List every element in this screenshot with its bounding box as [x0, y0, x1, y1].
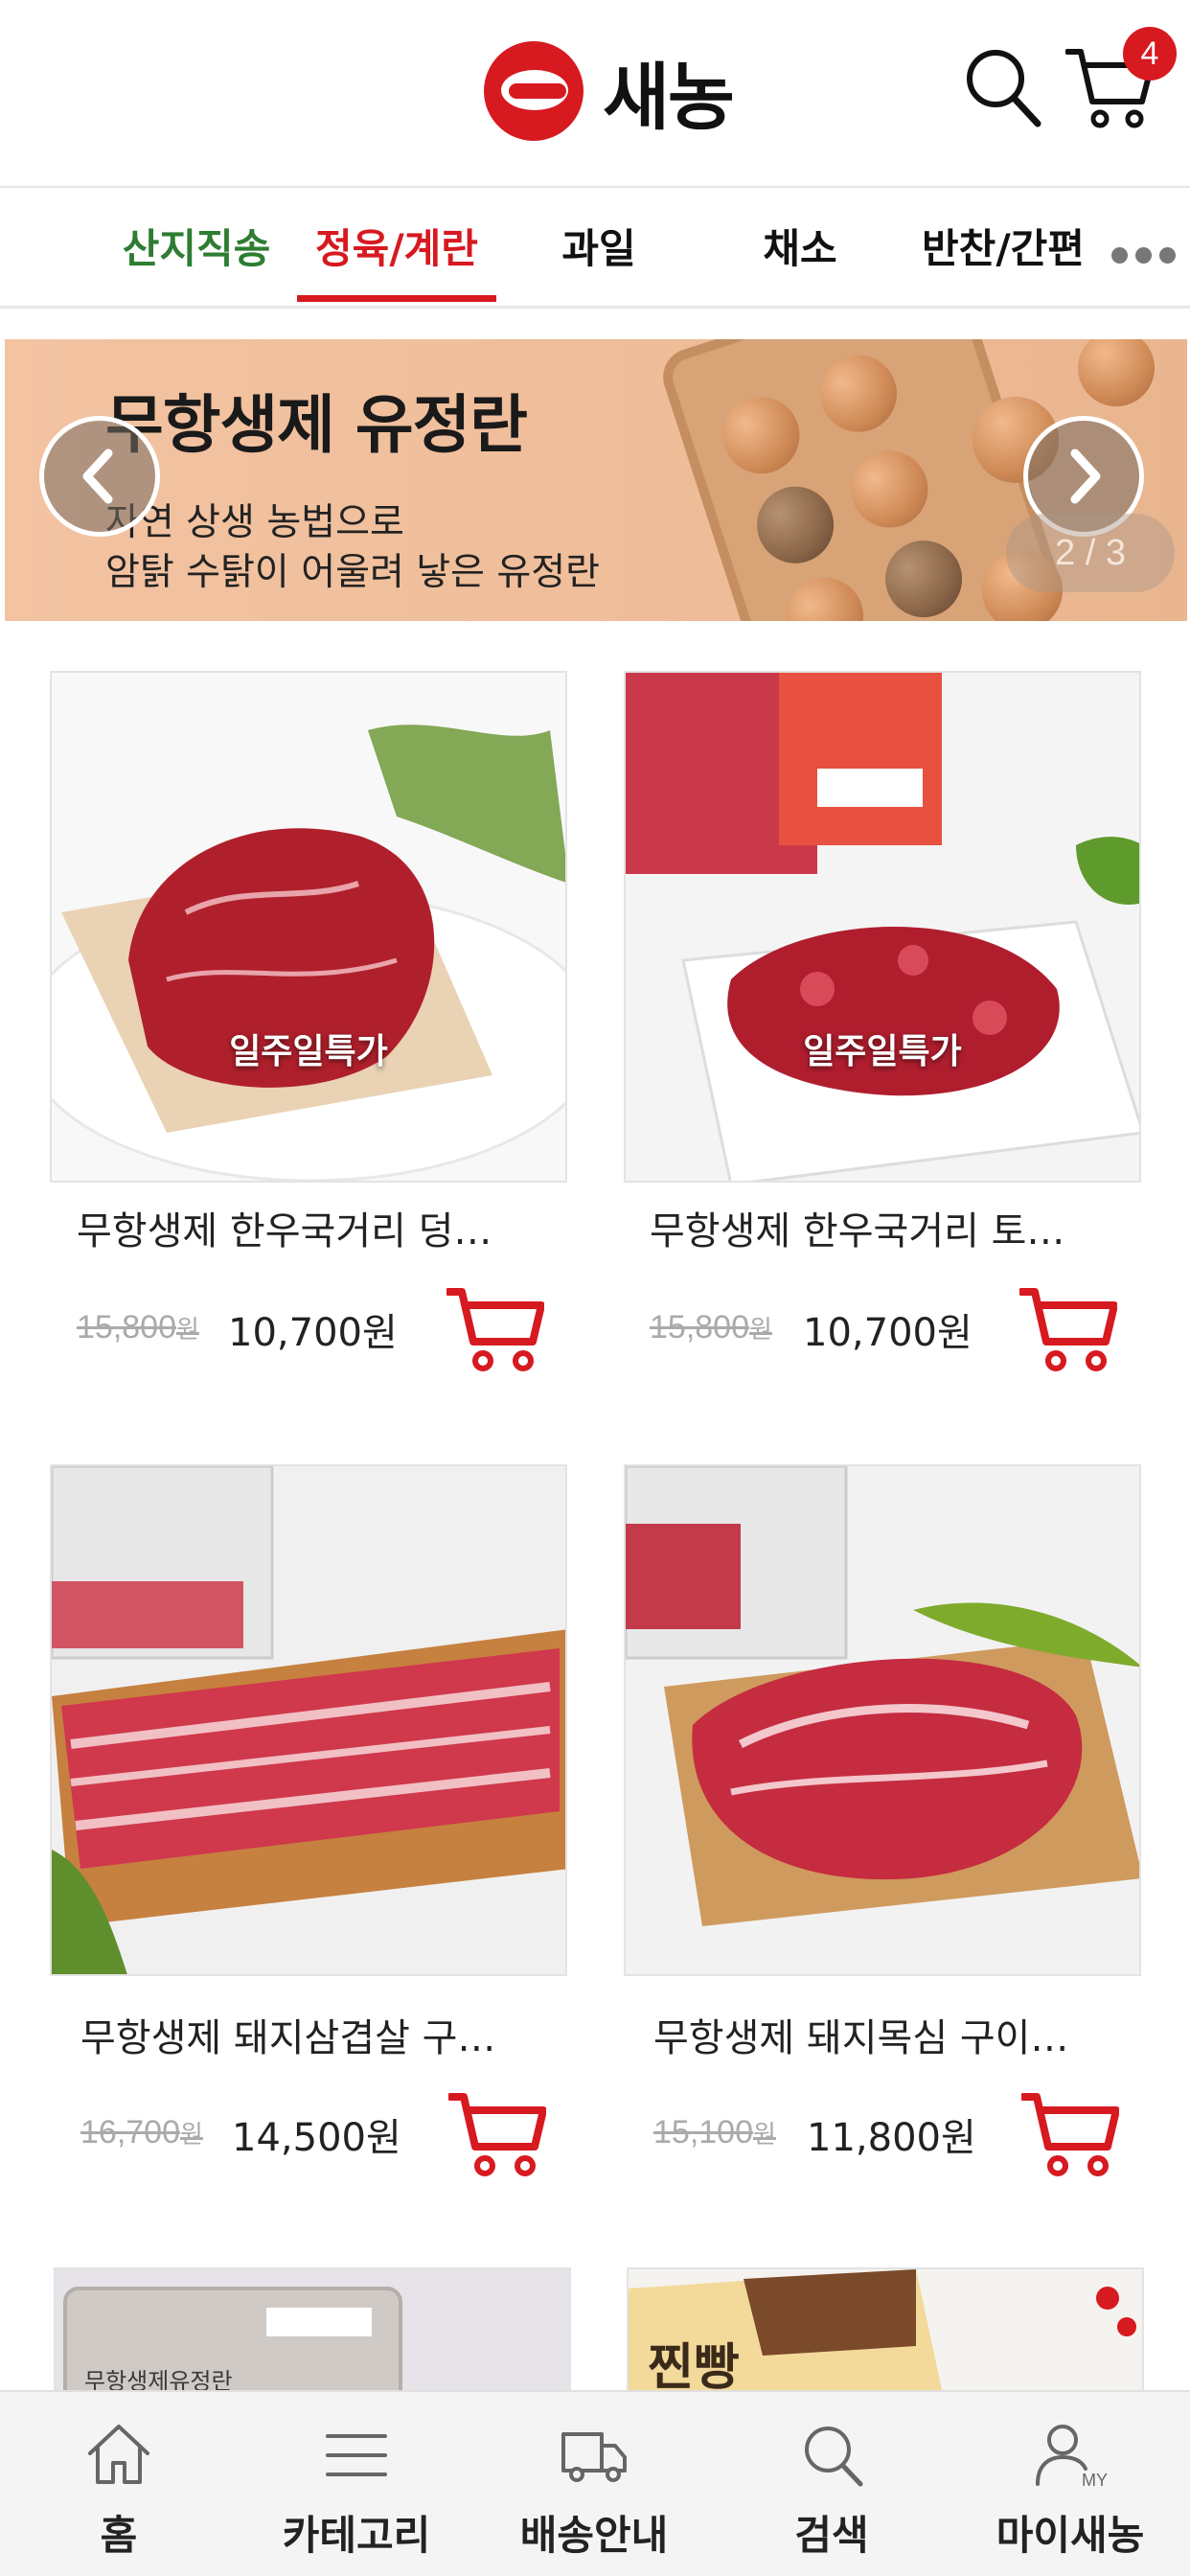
cart-count-badge: 4 [1123, 27, 1177, 80]
nav-label: 검색 [794, 2512, 869, 2559]
add-to-cart-icon[interactable] [446, 1284, 544, 1372]
logo-text: 새농 [603, 55, 735, 140]
beef-image [52, 673, 565, 1181]
promo-banner[interactable]: 무항생제 유정란 자연 상생 농법으로 암탉 수탉이 어울려 낳은 유정란 2 … [5, 339, 1187, 621]
home-icon [88, 2425, 149, 2484]
nav-label: 배송안내 [519, 2512, 669, 2559]
product-name[interactable]: 무항생제 한우국거리 토… [650, 1200, 1064, 1255]
sale-price: 11,800원 [807, 2116, 976, 2160]
package-label: 찐빵 [648, 2339, 740, 2397]
user-icon: MY [1036, 2425, 1108, 2488]
chevron-left-icon [82, 448, 113, 504]
add-to-cart-icon[interactable] [1021, 2089, 1119, 2177]
nav-search[interactable]: 검색 [713, 2392, 950, 2576]
bottom-navigation: 홈 카테고리 배송안내 검색 MY 마이새농 [0, 2390, 1190, 2576]
add-to-cart-icon[interactable] [1019, 1284, 1117, 1372]
banner-page-counter: 2 / 3 [1006, 514, 1175, 592]
more-icon[interactable] [1111, 247, 1176, 264]
product-image[interactable] [50, 1464, 567, 1976]
product-image[interactable]: 찐빵 [627, 2267, 1144, 2402]
product-image[interactable] [624, 1464, 1141, 1976]
search-icon[interactable] [963, 46, 1041, 128]
product-image[interactable]: 일주일특가 [624, 671, 1141, 1183]
nav-label: 마이새농 [995, 2512, 1145, 2559]
egg-image [1078, 339, 1155, 406]
add-to-cart-icon[interactable] [448, 2089, 546, 2177]
packaged-food-image: 찐빵 [629, 2269, 1142, 2400]
nav-my-page[interactable]: MY 마이새농 [950, 2392, 1190, 2576]
tab-direct-from-farm[interactable]: 산지직송 [115, 217, 278, 274]
tab-vegetables[interactable]: 채소 [752, 217, 848, 274]
product-name[interactable]: 무항생제 한우국거리 덩… [77, 1200, 492, 1255]
tab-side-dishes[interactable]: 반찬/간편 [913, 217, 1093, 274]
sale-price: 10,700원 [803, 1311, 973, 1355]
logo[interactable]: 새농 [484, 38, 735, 144]
product-name[interactable]: 무항생제 돼지목심 구이… [653, 2007, 1068, 2062]
beef-image [626, 673, 1139, 1181]
egg-carton-image: 무항생제유정란 [56, 2269, 569, 2400]
banner-prev-button[interactable] [39, 416, 160, 537]
tab-fruit[interactable]: 과일 [551, 217, 647, 274]
original-price: 16,700원 [80, 2114, 203, 2150]
search-icon [805, 2426, 863, 2487]
original-price: 15,800원 [650, 1309, 772, 1346]
nav-category[interactable]: 카테고리 [238, 2392, 475, 2576]
nav-label: 카테고리 [282, 2512, 431, 2559]
logo-mark [484, 41, 584, 141]
original-price: 15,100원 [653, 2114, 776, 2150]
app-header: 새농 4 [0, 0, 1190, 188]
active-tab-indicator [297, 295, 496, 302]
nav-home[interactable]: 홈 [0, 2392, 238, 2576]
truck-icon [561, 2432, 627, 2482]
category-tabs: 산지직송 정육/계란 과일 채소 반찬/간편 [0, 190, 1190, 309]
sale-price: 14,500원 [232, 2116, 401, 2160]
menu-icon [326, 2434, 387, 2476]
sale-badge: 일주일특가 [229, 1032, 388, 1071]
pork-neck-image [626, 1466, 1139, 1974]
banner-title: 무항생제 유정란 [105, 388, 528, 462]
original-price: 15,800원 [77, 1309, 199, 1346]
nav-label: 홈 [100, 2512, 138, 2559]
chevron-right-icon [1070, 448, 1101, 504]
banner-subtitle: 암탉 수탉이 어울려 낳은 유정란 [105, 551, 601, 594]
svg-text:MY: MY [1082, 2471, 1108, 2488]
product-name[interactable]: 무항생제 돼지삼겹살 구… [80, 2007, 495, 2062]
pork-belly-image [52, 1466, 565, 1974]
sale-price: 10,700원 [228, 1311, 398, 1355]
product-image[interactable]: 일주일특가 [50, 671, 567, 1183]
product-image[interactable]: 무항생제유정란 [54, 2267, 571, 2402]
nav-delivery-info[interactable]: 배송안내 [475, 2392, 713, 2576]
sale-badge: 일주일특가 [803, 1032, 962, 1071]
tab-meat-eggs[interactable]: 정육/계란 [305, 217, 489, 274]
